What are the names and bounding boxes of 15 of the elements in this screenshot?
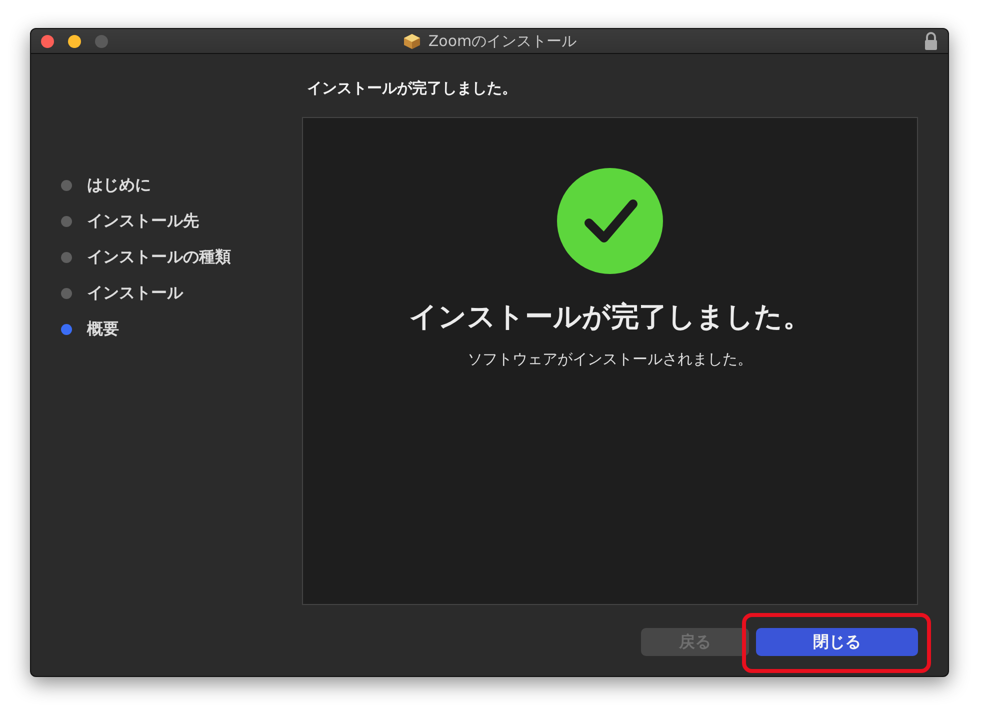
step-label: インストール先 <box>87 210 199 232</box>
close-button[interactable]: 閉じる <box>756 628 918 656</box>
success-check-icon <box>557 168 663 274</box>
completion-message: ソフトウェアがインストールされました。 <box>468 350 752 369</box>
lock-icon <box>924 32 938 50</box>
completion-heading: インストールが完了しました。 <box>409 299 811 335</box>
step-label: 概要 <box>87 318 119 340</box>
step-label: はじめに <box>87 174 151 196</box>
step-label: インストールの種類 <box>87 246 231 268</box>
package-icon <box>402 32 422 50</box>
window-title: Zoomのインストール <box>428 32 577 50</box>
step-label: インストール <box>87 282 183 304</box>
minimize-button[interactable] <box>68 34 81 48</box>
close-window-button[interactable] <box>41 34 54 48</box>
page-header: インストールが完了しました。 <box>306 78 517 98</box>
